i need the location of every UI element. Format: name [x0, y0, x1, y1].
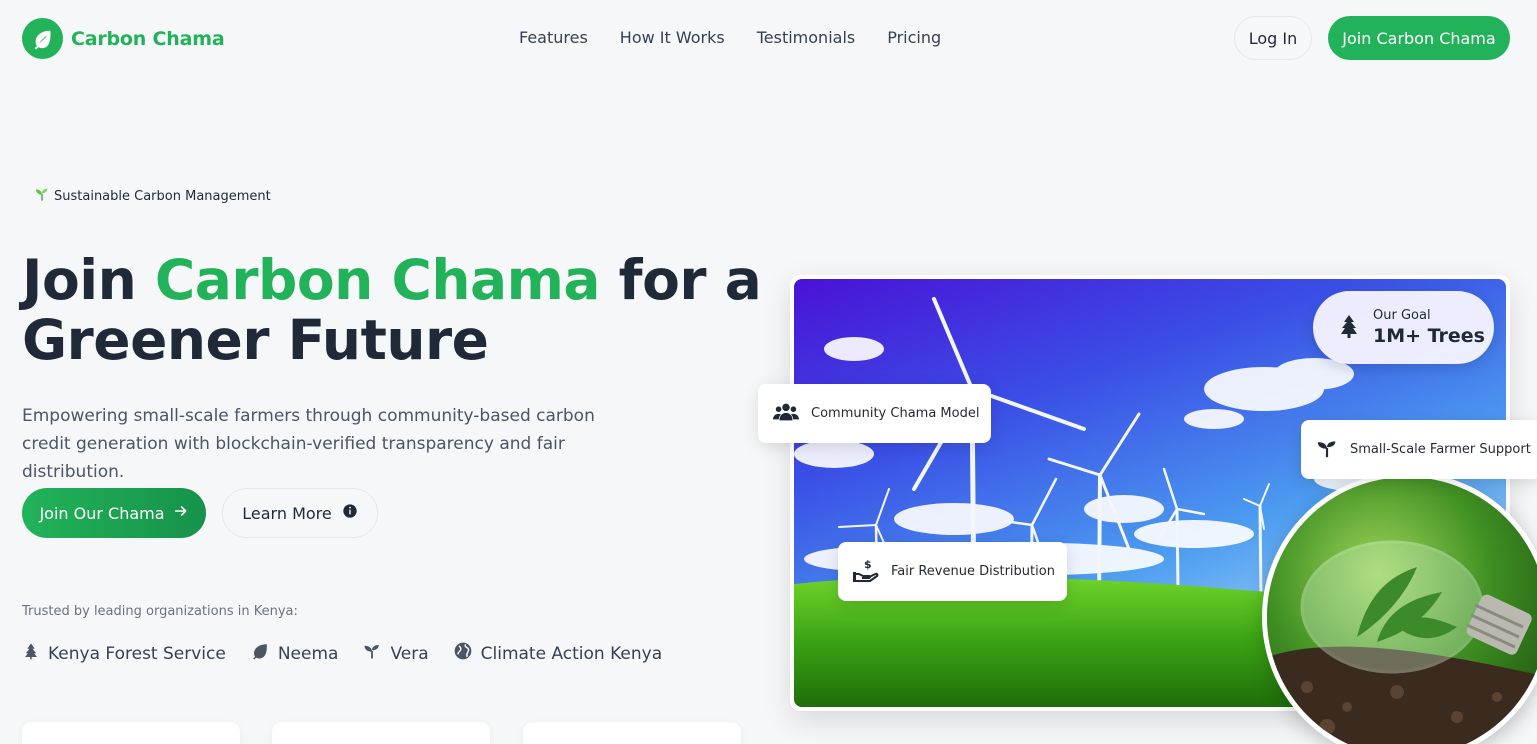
feature-badge-community: Community Chama Model	[758, 384, 991, 443]
hero-tagline: Sustainable Carbon Management	[34, 186, 271, 206]
trusted-org: Vera	[362, 641, 429, 666]
headline-highlight: Carbon Chama	[154, 248, 601, 312]
trusted-organizations: Kenya Forest Service Neema Vera Climate …	[22, 641, 662, 666]
headline-part-1: Join	[22, 248, 155, 312]
join-our-chama-label: Join Our Chama	[39, 503, 165, 523]
tagline-text: Sustainable Carbon Management	[54, 188, 271, 204]
nav-links: Features How It Works Testimonials Prici…	[519, 28, 941, 47]
trusted-org: Neema	[250, 641, 339, 666]
feature-card	[22, 722, 240, 744]
learn-more-label: Learn More	[242, 503, 332, 523]
login-button[interactable]: Log In	[1234, 16, 1312, 60]
join-carbon-chama-button[interactable]: Join Carbon Chama	[1328, 16, 1510, 60]
trusted-by-label: Trusted by leading organizations in Keny…	[22, 604, 298, 619]
trusted-org-name: Climate Action Kenya	[480, 643, 663, 664]
feature-card	[272, 722, 490, 744]
trusted-org-name: Vera	[390, 643, 429, 664]
trusted-org-name: Kenya Forest Service	[48, 643, 226, 664]
brand-name: Carbon Chama	[71, 27, 225, 50]
trusted-org-name: Neema	[277, 643, 339, 664]
tree-icon	[1337, 313, 1361, 343]
arrow-right-icon	[173, 503, 189, 523]
top-navbar: Carbon Chama Features How It Works Testi…	[0, 0, 1537, 76]
nav-link-features[interactable]: Features	[519, 28, 588, 47]
leaf-icon	[22, 18, 63, 59]
seedling-icon	[362, 642, 382, 665]
trusted-org: Kenya Forest Service	[22, 641, 226, 666]
feature-badge-label: Fair Revenue Distribution	[891, 564, 1055, 579]
users-icon	[773, 402, 799, 426]
tree-icon	[22, 642, 40, 665]
feature-card	[523, 722, 741, 744]
seedling-icon	[1316, 438, 1338, 462]
learn-more-button[interactable]: Learn More	[222, 488, 378, 538]
feature-badge-label: Community Chama Model	[811, 406, 980, 421]
svg-text:$: $	[864, 558, 872, 571]
brand-logo[interactable]: Carbon Chama	[22, 18, 225, 59]
info-icon	[342, 503, 358, 523]
nav-link-pricing[interactable]: Pricing	[887, 28, 941, 47]
feature-badge-revenue: $ Fair Revenue Distribution	[838, 542, 1067, 601]
goal-value: 1M+ Trees	[1373, 325, 1485, 347]
trusted-org: Climate Action Kenya	[453, 641, 662, 666]
seedling-icon	[34, 186, 50, 206]
hero-subtext: Empowering small-scale farmers through c…	[22, 406, 595, 482]
join-our-chama-button[interactable]: Join Our Chama	[22, 488, 206, 538]
our-goal-badge: Our Goal 1M+ Trees	[1313, 291, 1494, 364]
feature-badge-label: Small-Scale Farmer Support	[1350, 442, 1531, 457]
nav-link-testimonials[interactable]: Testimonials	[757, 28, 856, 47]
hand-dollar-icon: $	[853, 558, 879, 586]
hero-headline: Join Carbon Chama for a Greener Future	[22, 250, 762, 370]
feature-badge-farmer-support: Small-Scale Farmer Support	[1301, 420, 1537, 479]
goal-label: Our Goal	[1373, 308, 1431, 323]
leaf-icon	[250, 642, 270, 665]
nav-link-how-it-works[interactable]: How It Works	[620, 28, 725, 47]
globe-icon	[453, 641, 473, 666]
